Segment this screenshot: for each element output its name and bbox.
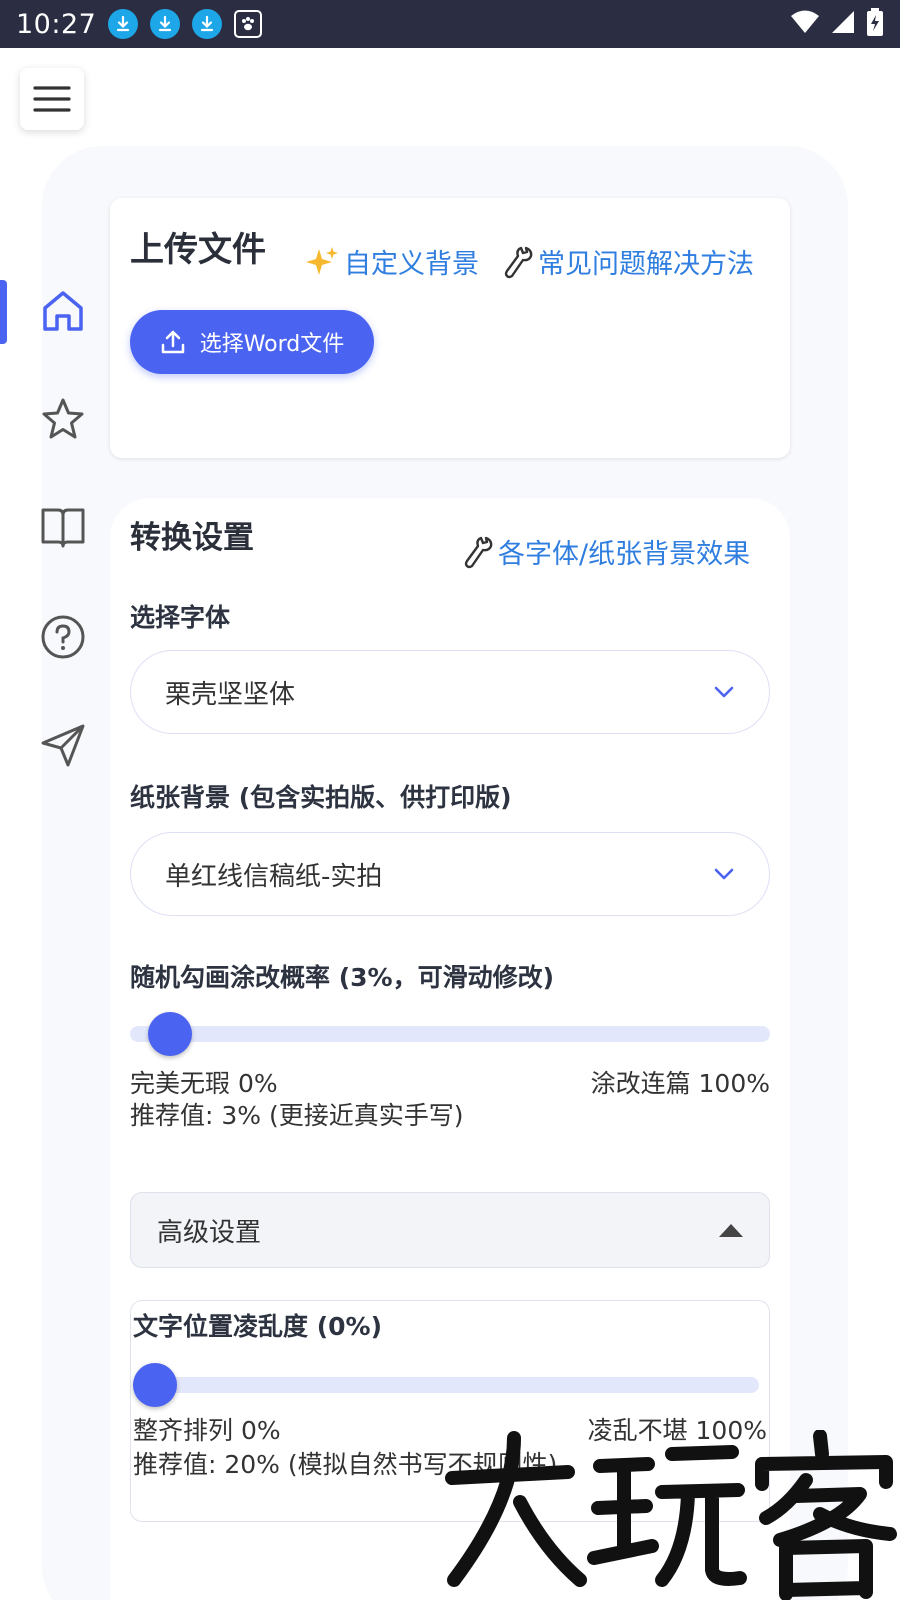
nav-help[interactable]: [40, 614, 86, 660]
upload-icon: [161, 330, 184, 354]
paper-select-label: 纸张背景 (包含实拍版、供打印版): [130, 783, 512, 812]
font-effects-link[interactable]: 各字体/纸张背景效果: [464, 532, 750, 571]
download-icon: [192, 9, 223, 39]
paper-select-value: 单红线信稿纸-实拍: [165, 861, 383, 892]
battery-icon: [866, 8, 884, 40]
font-effects-link-label: 各字体/纸张背景效果: [498, 539, 751, 570]
custom-background-link-label: 自定义背景: [344, 249, 479, 280]
status-time: 10:27: [16, 8, 97, 40]
upload-card: 上传文件 自定义背景 常见问题解决方法 选择Word文件: [110, 198, 790, 458]
book-open-icon: [41, 508, 85, 548]
jitter-slider-track[interactable]: [133, 1377, 759, 1393]
sparkle-icon: [306, 246, 338, 275]
home-icon: [43, 291, 83, 331]
hamburger-icon: [33, 86, 71, 112]
scribble-slider-track[interactable]: [130, 1026, 770, 1042]
jitter-slider-thumb[interactable]: [133, 1363, 177, 1407]
menu-button[interactable]: [20, 68, 84, 130]
wifi-icon: [790, 9, 820, 39]
font-select-label: 选择字体: [130, 603, 231, 632]
watermark-logo: [440, 1429, 900, 1600]
jitter-min-label: 整齐排列 0%: [133, 1416, 281, 1445]
advanced-settings-toggle[interactable]: 高级设置: [130, 1192, 770, 1268]
download-icon: [108, 9, 139, 39]
settings-title: 转换设置: [130, 520, 254, 556]
jitter-slider-label: 文字位置凌乱度 (0%): [133, 1312, 382, 1341]
send-icon: [41, 724, 85, 767]
paw-icon: [234, 10, 263, 38]
font-select[interactable]: 栗壳坚坚体: [130, 650, 770, 734]
paper-select[interactable]: 单红线信稿纸-实拍: [130, 832, 770, 916]
wrench-icon: [504, 246, 533, 278]
advanced-settings-label: 高级设置: [157, 1217, 262, 1248]
star-icon: [42, 398, 84, 439]
scribble-slider-thumb[interactable]: [148, 1012, 192, 1056]
scribble-recommend: 推荐值: 3% (更接近真实手写): [130, 1101, 464, 1130]
upload-title: 上传文件: [130, 230, 266, 270]
select-word-file-label: 选择Word文件: [199, 332, 345, 357]
nav-guide[interactable]: [40, 504, 86, 550]
custom-background-link[interactable]: 自定义背景: [306, 242, 479, 281]
select-word-file-button[interactable]: 选择Word文件: [130, 310, 374, 374]
nav-send[interactable]: [40, 722, 86, 768]
nav-home[interactable]: [40, 288, 86, 334]
scribble-min-label: 完美无瑕 0%: [130, 1069, 278, 1098]
chevron-down-icon: [714, 686, 734, 698]
font-select-value: 栗壳坚坚体: [165, 679, 296, 710]
chevron-down-icon: [714, 868, 734, 880]
nav-active-indicator: [0, 280, 7, 344]
wrench-icon: [464, 536, 493, 568]
signal-icon: [830, 9, 856, 39]
download-icon: [150, 9, 181, 39]
faq-link-label: 常见问题解决方法: [538, 249, 754, 280]
scribble-max-label: 涂改连篇 100%: [590, 1069, 770, 1098]
notification-icons: [108, 9, 263, 39]
status-bar: 10:27: [0, 0, 900, 48]
nav-favorites[interactable]: [40, 396, 86, 442]
caret-up-icon: [719, 1223, 743, 1237]
question-circle-icon: [41, 615, 85, 659]
scribble-slider-label: 随机勾画涂改概率 (3%，可滑动修改): [130, 963, 555, 992]
faq-link[interactable]: 常见问题解决方法: [504, 242, 754, 281]
